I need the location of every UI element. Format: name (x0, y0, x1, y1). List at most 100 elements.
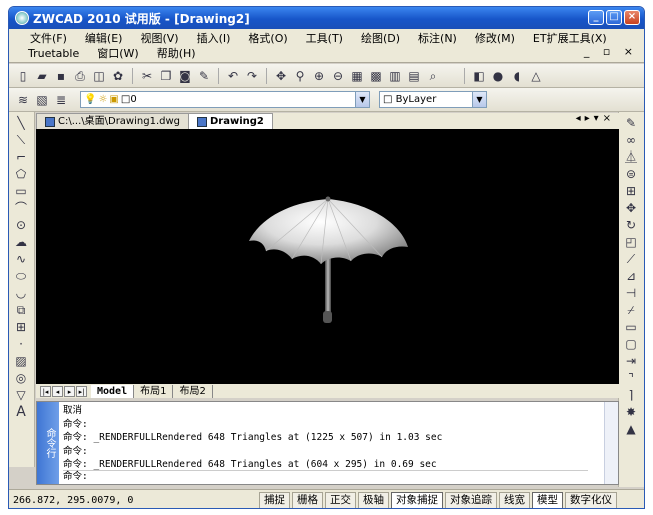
chevron-down-icon[interactable]: ▼ (355, 92, 369, 107)
explode-icon[interactable]: ✸ (623, 404, 639, 419)
cylinder-solid-icon[interactable]: ◖ (509, 68, 525, 84)
scale-icon[interactable]: ◰ (623, 234, 639, 249)
layer-state-icon[interactable]: ▧ (34, 92, 50, 108)
menu-truetable[interactable]: Truetable (19, 46, 88, 62)
hatch-icon[interactable]: ▨ (13, 353, 29, 368)
ellipse-icon[interactable]: ⬭ (13, 268, 29, 283)
ortho-toggle[interactable]: 正交 (325, 491, 356, 508)
zoom-realtime-icon[interactable]: ⚲ (292, 68, 308, 84)
fillet-corner-icon[interactable]: ⌉ (623, 387, 639, 402)
minimize-button[interactable]: _ (588, 10, 604, 25)
rotate-icon[interactable]: ↻ (623, 217, 639, 232)
polar-toggle[interactable]: 极轴 (358, 491, 389, 508)
menu-edit[interactable]: 编辑(E) (76, 31, 132, 47)
calculator-icon[interactable]: ▤ (406, 68, 422, 84)
polygon-icon[interactable]: ⬠ (13, 166, 29, 181)
linetype-dropdown[interactable]: □ ByLayer ▼ (379, 91, 487, 108)
box-solid-icon[interactable]: ◧ (471, 68, 487, 84)
chevron-down-icon[interactable]: ▼ (472, 92, 486, 107)
make-block-icon[interactable]: ⊞ (13, 319, 29, 334)
first-tab-icon[interactable]: |◂ (40, 385, 51, 397)
text-icon[interactable]: A (13, 404, 29, 420)
join-icon[interactable]: ⇥ (623, 353, 639, 368)
menu-draw[interactable]: 绘图(D) (352, 31, 409, 47)
polyline-icon[interactable]: ⌐ (13, 149, 29, 164)
extend-icon[interactable]: ⊣ (623, 285, 639, 300)
chamfer-corner-icon[interactable]: ⌝ (623, 370, 639, 385)
menu-window[interactable]: 窗口(W) (88, 46, 147, 62)
prev-tab-icon[interactable]: ◂ (52, 385, 63, 397)
maximize-button[interactable]: □ (606, 10, 622, 25)
mirror-icon[interactable]: ⏅ (623, 149, 639, 164)
grid-toggle[interactable]: 栅格 (292, 491, 323, 508)
trim-icon[interactable]: ⊿ (623, 268, 639, 283)
open-file-icon[interactable]: ▰ (34, 68, 50, 84)
model-toggle[interactable]: 模型 (532, 491, 563, 508)
paste-icon[interactable]: ◙ (177, 68, 193, 84)
spline-icon[interactable]: ∿ (13, 251, 29, 266)
snap-toggle[interactable]: 捕捉 (259, 491, 290, 508)
menu-format[interactable]: 格式(O) (239, 31, 296, 47)
print-icon[interactable]: ⎙ (72, 68, 88, 84)
menu-help[interactable]: 帮助(H) (148, 46, 205, 62)
fillet-icon[interactable]: ▢ (623, 336, 639, 351)
revcloud-icon[interactable]: ☁ (13, 234, 29, 249)
osnap-toggle[interactable]: 对象捕捉 (391, 491, 443, 508)
last-tab-icon[interactable]: ▸| (76, 385, 87, 397)
line-icon[interactable]: ╲ (13, 115, 29, 130)
menu-modify[interactable]: 修改(M) (466, 31, 524, 47)
array-icon[interactable]: ⊞ (623, 183, 639, 198)
undo-icon[interactable]: ↶ (225, 68, 241, 84)
break-icon[interactable]: ⌿ (623, 302, 639, 317)
save-icon[interactable]: ▪ (53, 68, 69, 84)
publish-icon[interactable]: ✿ (110, 68, 126, 84)
new-file-icon[interactable]: ▯ (15, 68, 31, 84)
point-icon[interactable]: · (13, 336, 29, 351)
rectangle-icon[interactable]: ▭ (13, 183, 29, 198)
command-input[interactable]: 命令: (63, 470, 588, 483)
region-icon[interactable]: ◎ (13, 370, 29, 385)
command-scrollbar[interactable] (604, 402, 618, 484)
menu-dimension[interactable]: 标注(N) (409, 31, 466, 47)
zoom-previous-icon[interactable]: ⊖ (330, 68, 346, 84)
properties-icon[interactable]: ▦ (349, 68, 365, 84)
arc-icon[interactable]: ⌒ (13, 200, 29, 215)
zoom-window-icon[interactable]: ⊕ (311, 68, 327, 84)
tab-drawing1[interactable]: C:\...\桌面\Drawing1.dwg (36, 113, 189, 129)
tool-palette-icon[interactable]: ▥ (387, 68, 403, 84)
tab-drawing2[interactable]: Drawing2 (188, 113, 273, 129)
otrack-toggle[interactable]: 对象追踪 (445, 491, 497, 508)
sphere-solid-icon[interactable]: ● (490, 68, 506, 84)
circle-icon[interactable]: ⊙ (13, 217, 29, 232)
move-icon[interactable]: ✥ (623, 200, 639, 215)
insert-block-icon[interactable]: ⧉ (13, 302, 29, 317)
mdi-controls[interactable]: _ ▫ × (584, 45, 638, 58)
tab-layout2[interactable]: 布局2 (173, 384, 213, 398)
layer-dropdown[interactable]: 💡 ☼ ▣ □ 0 ▼ (80, 91, 370, 108)
copy-icon[interactable]: ❐ (158, 68, 174, 84)
table-icon[interactable]: ▽ (13, 387, 29, 402)
close-button[interactable]: × (624, 10, 640, 25)
erase-icon[interactable]: ✎ (623, 115, 639, 130)
match-properties-icon[interactable]: ✎ (196, 68, 212, 84)
menu-file[interactable]: 文件(F) (21, 31, 76, 47)
properties-triangle-icon[interactable]: ▲ (623, 421, 639, 436)
tab-nav-controls[interactable]: ◂▸▾× (576, 113, 615, 124)
layer-manager-icon[interactable]: ≋ (15, 92, 31, 108)
menu-insert[interactable]: 插入(I) (188, 31, 240, 47)
ray-icon[interactable]: ⟍ (13, 132, 29, 147)
redo-icon[interactable]: ↷ (244, 68, 260, 84)
design-center-icon[interactable]: ▩ (368, 68, 384, 84)
ellipse-arc-icon[interactable]: ◡ (13, 285, 29, 300)
tablet-toggle[interactable]: 数字化仪 (565, 491, 617, 508)
command-window-handle[interactable]: 命令行 (37, 402, 59, 484)
zoom-icon[interactable]: ⌕ (425, 68, 441, 84)
layer-previous-icon[interactable]: ≣ (53, 92, 69, 108)
offset-icon[interactable]: ⊜ (623, 166, 639, 181)
stretch-icon[interactable]: ⟋ (623, 251, 639, 266)
next-tab-icon[interactable]: ▸ (64, 385, 75, 397)
tab-layout1[interactable]: 布局1 (134, 384, 174, 398)
tab-model[interactable]: Model (91, 384, 135, 398)
pan-icon[interactable]: ✥ (273, 68, 289, 84)
chamfer-icon[interactable]: ▭ (623, 319, 639, 334)
